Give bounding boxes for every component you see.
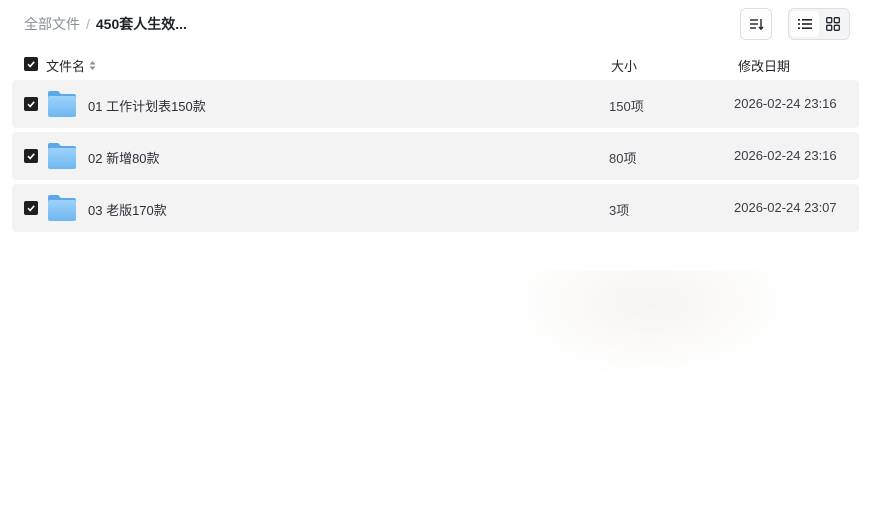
table-header: 文件名 大小 修改日期: [12, 50, 859, 78]
size-column-header[interactable]: 大小: [611, 56, 637, 75]
file-size: 80项: [609, 151, 637, 166]
breadcrumb-separator: /: [86, 16, 90, 32]
breadcrumb-root[interactable]: 全部文件: [24, 14, 80, 34]
breadcrumb-current: 450套人生效...: [95, 16, 187, 32]
table-row[interactable]: 01 工作计划表150款 150项 2026-02-24 23:16: [12, 80, 859, 128]
folder-icon: [48, 143, 76, 169]
select-all-checkbox[interactable]: [24, 57, 38, 71]
file-size: 3项: [609, 203, 630, 218]
grid-view-button[interactable]: [819, 11, 847, 37]
check-icon: [27, 101, 35, 108]
table-row[interactable]: 03 老版170款 3项 2026-02-24 23:07: [12, 184, 859, 232]
file-date: 2026-02-24 23:07: [734, 200, 837, 215]
file-date: 2026-02-24 23:16: [734, 148, 837, 163]
list-view-icon: [798, 19, 812, 29]
folder-icon: [48, 195, 76, 221]
file-name[interactable]: 02 新增80款: [88, 148, 160, 167]
row-checkbox[interactable]: [24, 97, 38, 111]
view-toggle: [788, 8, 850, 40]
file-date: 2026-02-24 23:16: [734, 96, 837, 111]
name-column-label: 文件名: [46, 59, 86, 74]
file-size: 150项: [609, 99, 644, 114]
sort-icon: [750, 19, 764, 31]
sort-button[interactable]: [740, 8, 772, 40]
background-glow: [500, 270, 800, 380]
breadcrumb: 全部文件 / 450套人生效...: [24, 14, 187, 34]
check-icon: [27, 61, 35, 68]
name-column-header[interactable]: 文件名: [46, 56, 96, 75]
folder-icon: [48, 91, 76, 117]
list-view-button[interactable]: [791, 11, 819, 37]
date-column-header[interactable]: 修改日期: [738, 56, 790, 75]
check-icon: [27, 153, 35, 160]
row-checkbox[interactable]: [24, 201, 38, 215]
sort-caret-icon: [89, 60, 96, 71]
file-name[interactable]: 03 老版170款: [88, 200, 167, 219]
file-name[interactable]: 01 工作计划表150款: [88, 96, 206, 115]
file-browser: 全部文件 / 450套人生效... 文件名 大小 修改日期 01 工作计划表15…: [0, 0, 874, 514]
grid-view-icon: [826, 17, 840, 31]
table-row[interactable]: 02 新增80款 80项 2026-02-24 23:16: [12, 132, 859, 180]
row-checkbox[interactable]: [24, 149, 38, 163]
check-icon: [27, 205, 35, 212]
